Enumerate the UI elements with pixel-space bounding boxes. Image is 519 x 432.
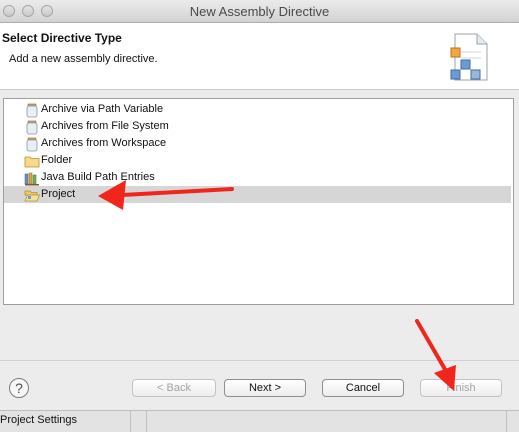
list-item-archive-via-path-variable[interactable]: Archive via Path Variable	[24, 101, 510, 118]
dialog-window: New Assembly Directive Select Directive …	[0, 0, 519, 410]
list-item-label: Archive via Path Variable	[41, 103, 164, 115]
project-settings-label: Project Settings	[0, 414, 78, 426]
list-item-label: Archives from Workspace	[41, 137, 167, 149]
library-icon	[24, 172, 39, 186]
list-item-project[interactable]: Project	[4, 186, 511, 203]
list-item-label: Java Build Path Entries	[41, 171, 155, 183]
jar-icon	[26, 137, 38, 152]
list-item-folder[interactable]: Folder	[24, 152, 510, 169]
list-item-label: Project	[41, 188, 76, 200]
column-divider	[146, 411, 147, 432]
folder-icon	[24, 156, 40, 168]
directive-type-list[interactable]: Archive via Path Variable Archives from …	[3, 98, 514, 305]
background-window-strip: Project Settings	[0, 410, 519, 432]
open-folder-icon	[24, 190, 40, 202]
wizard-banner-icon	[450, 33, 488, 81]
list-item-archives-from-workspace[interactable]: Archives from Workspace	[24, 135, 510, 152]
title-bar[interactable]: New Assembly Directive	[0, 0, 519, 23]
list-item-java-build-path-entries[interactable]: Java Build Path Entries	[24, 169, 510, 186]
page-description: Add a new assembly directive.	[9, 53, 158, 65]
next-button[interactable]: Next >	[224, 379, 306, 397]
column-divider	[130, 411, 131, 432]
list-item-label: Folder	[41, 154, 73, 166]
cancel-button[interactable]: Cancel	[322, 379, 404, 397]
footer-divider	[0, 360, 519, 361]
list-item-label: Archives from File System	[41, 120, 169, 132]
page-title: Select Directive Type	[2, 31, 122, 45]
wizard-banner: Select Directive Type Add a new assembly…	[0, 23, 519, 90]
help-button[interactable]: ?	[9, 378, 29, 398]
column-divider	[506, 411, 507, 432]
finish-button[interactable]: Finish	[420, 379, 502, 397]
window-title: New Assembly Directive	[189, 4, 330, 19]
jar-icon	[26, 103, 38, 118]
back-button[interactable]: < Back	[132, 379, 216, 397]
jar-icon	[26, 120, 38, 135]
list-item-archives-from-file-system[interactable]: Archives from File System	[24, 118, 510, 135]
